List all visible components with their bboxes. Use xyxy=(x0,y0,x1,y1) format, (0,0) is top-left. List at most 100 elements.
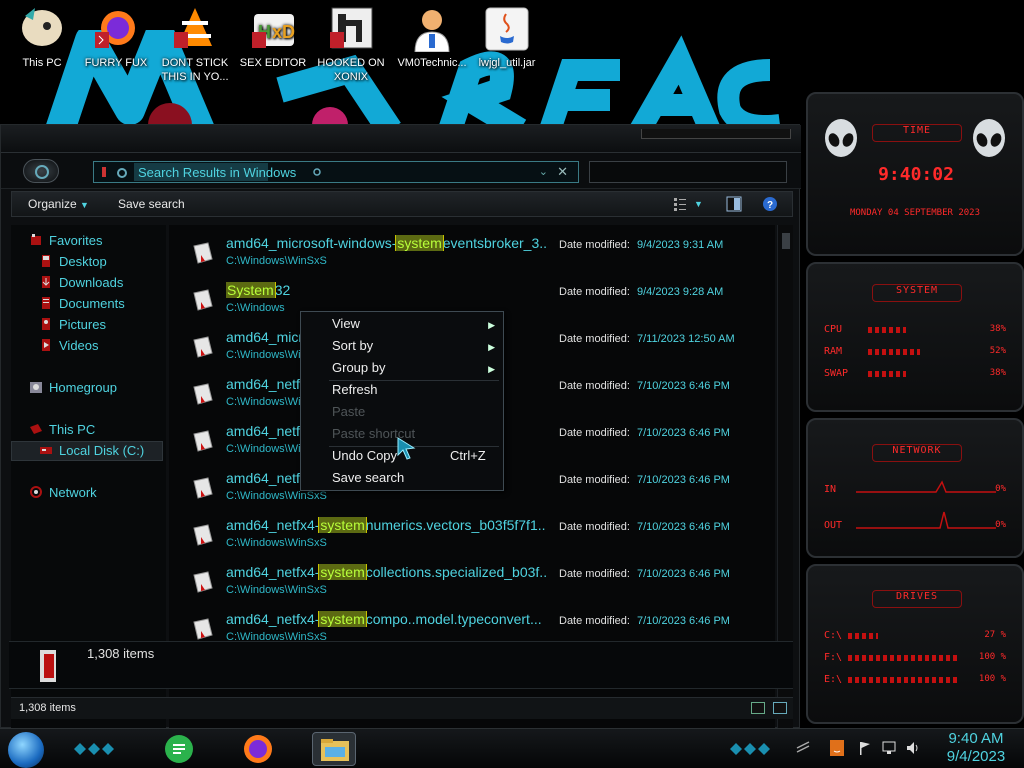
taskbar-decor-icon xyxy=(74,743,114,755)
address-breadcrumb[interactable]: Search Results in Windows xyxy=(138,165,296,180)
start-button[interactable] xyxy=(8,732,44,768)
large-icons-view-icon[interactable] xyxy=(773,702,787,714)
network-in-label: IN xyxy=(824,484,837,495)
details-item-icon xyxy=(37,648,59,684)
svg-text:?: ? xyxy=(767,200,773,211)
date-modified-label: Date modified: xyxy=(559,474,630,486)
result-name[interactable]: amd64_netfx4-systemnumerics.vectors_b03f… xyxy=(226,517,546,533)
result-path: C:\Windows\Wi xyxy=(226,443,301,455)
java-update-icon[interactable] xyxy=(830,740,844,756)
file-folder-icon xyxy=(191,288,215,312)
search-input[interactable] xyxy=(589,161,787,183)
desktop-icon-furry-fux[interactable]: FURRY FUX xyxy=(74,6,158,90)
view-options-chevron-icon[interactable]: ▼ xyxy=(694,199,710,215)
name-prefix: amd64_netfx4- xyxy=(226,564,320,580)
date-modified-value: 9/4/2023 9:31 AM xyxy=(637,239,724,251)
file-folder-icon xyxy=(191,335,215,359)
back-forward-orb[interactable] xyxy=(23,159,59,183)
mouse-cursor-icon xyxy=(396,436,416,460)
computer-icon xyxy=(29,422,43,436)
result-path: C:\Windows\WinSxS xyxy=(226,255,327,267)
documents-folder-icon xyxy=(39,296,53,310)
nav-item-pictures[interactable]: Pictures xyxy=(39,317,106,337)
result-row[interactable]: amd64_microsoft-windows-systemeventsbrok… xyxy=(169,229,775,275)
desktop-icon-sex-editor[interactable]: HxD SEX EDITOR xyxy=(231,6,315,90)
desktop-icon-lwjgl-util[interactable]: lwjgl_util.jar xyxy=(465,6,549,90)
network-icon xyxy=(29,485,43,499)
result-name[interactable]: System32 xyxy=(226,282,546,298)
nav-item-downloads[interactable]: Downloads xyxy=(39,275,123,295)
context-menu-item-group-by[interactable]: Group by xyxy=(332,360,385,375)
nav-item-favorites[interactable]: Favorites xyxy=(29,233,102,253)
context-menu-item-refresh[interactable]: Refresh xyxy=(332,382,378,397)
desktop-icon-hooked-on-xonix[interactable]: HOOKED ON XONIX xyxy=(309,6,393,90)
action-center-flag-icon[interactable] xyxy=(858,740,872,756)
desktop-icon-dont-stick[interactable]: DONT STICK THIS IN YO... xyxy=(153,6,237,90)
desktop-icon-label: This PC xyxy=(22,57,62,69)
result-path: C:\Windows\WinSxS xyxy=(226,537,327,549)
address-dropdown-button[interactable]: ⌄ xyxy=(539,165,548,178)
result-row[interactable]: amd64_netfx4-systemnumerics.vectors_b03f… xyxy=(169,511,775,557)
scrollbar-thumb[interactable] xyxy=(782,233,790,249)
details-item-count: 1,308 items xyxy=(87,646,155,661)
save-search-button[interactable]: Save search xyxy=(118,197,185,211)
clock-date: 9/4/2023 xyxy=(946,748,1006,765)
drive-c-label: C:\ xyxy=(824,630,843,641)
homegroup-icon xyxy=(29,380,43,394)
context-menu-item-sort-by[interactable]: Sort by xyxy=(332,338,373,353)
preview-pane-icon[interactable] xyxy=(726,196,742,212)
result-row[interactable]: amd64_netfx4-systemcollections.specializ… xyxy=(169,558,775,604)
nav-item-homegroup[interactable]: Homegroup xyxy=(29,380,117,400)
desktop-icon-this-pc[interactable]: This PC xyxy=(0,6,84,90)
nav-item-documents[interactable]: Documents xyxy=(39,296,125,316)
name-prefix: amd64_netfx4- xyxy=(226,611,320,627)
desktop-icon-vm0technic[interactable]: VM0Technic... xyxy=(390,6,474,90)
time-gadget: TIME 9:40:02 MONDAY 04 SEPTEMBER 2023 xyxy=(806,92,1024,256)
organize-button[interactable]: Organize ▼ xyxy=(28,197,89,211)
taskbar-clock[interactable]: 9:40 AM 9/4/2023 xyxy=(936,730,1016,766)
wifi-ethernet-icon[interactable] xyxy=(796,740,810,756)
network-status-icon[interactable] xyxy=(882,740,896,756)
nav-item-desktop[interactable]: Desktop xyxy=(39,254,107,274)
context-menu-item-undo-copy[interactable]: Undo Copy xyxy=(332,448,397,463)
search-hit-highlight: system xyxy=(395,235,444,251)
date-modified-label: Date modified: xyxy=(559,568,630,580)
result-name[interactable]: amd64_microsoft-windows-systemeventsbrok… xyxy=(226,235,546,251)
date-modified-label: Date modified: xyxy=(559,427,630,439)
change-view-icon[interactable] xyxy=(672,196,688,212)
context-menu-item-save-search[interactable]: Save search xyxy=(332,470,404,485)
nav-item-network[interactable]: Network xyxy=(29,485,97,505)
downloads-folder-icon xyxy=(39,275,53,289)
taskbar-app-file-explorer[interactable] xyxy=(312,732,356,766)
firefox-icon xyxy=(244,735,272,763)
context-menu-item-view[interactable]: View xyxy=(332,316,360,331)
help-icon[interactable]: ? xyxy=(762,196,778,212)
result-name[interactable]: amd64_netfx4-systemcollections.specializ… xyxy=(226,564,546,580)
nav-item-this-pc[interactable]: This PC xyxy=(29,422,95,442)
address-bar[interactable]: Search Results in Windows ⌄ ✕ xyxy=(93,161,579,183)
date-modified-value: 7/10/2023 6:46 PM xyxy=(637,615,730,627)
details-view-icon[interactable] xyxy=(751,702,765,714)
xonix-shortcut-icon xyxy=(328,6,374,52)
date-modified-label: Date modified: xyxy=(559,333,630,345)
drive-f-usage-bar xyxy=(848,655,958,661)
volume-icon[interactable] xyxy=(906,740,920,756)
nav-item-local-disk[interactable]: Local Disk (C:) xyxy=(39,443,144,463)
search-hit-highlight: system xyxy=(318,564,367,580)
taskbar-app-feedly[interactable] xyxy=(158,732,202,766)
gadget-sidebar: TIME 9:40:02 MONDAY 04 SEPTEMBER 2023 SY… xyxy=(806,92,1024,728)
name-suffix: compo..model.typeconvert... xyxy=(365,611,542,627)
this-pc-icon xyxy=(19,6,65,52)
system-gadget: SYSTEM CPU 38% RAM 52% SWAP 38% xyxy=(806,262,1024,412)
file-folder-icon xyxy=(191,241,215,265)
file-explorer-icon xyxy=(321,739,349,761)
swap-value: 38% xyxy=(989,368,1006,378)
desktop-icon-label: VM0Technic... xyxy=(397,57,467,69)
clear-search-button[interactable]: ✕ xyxy=(557,164,568,180)
result-path: C:\Windows xyxy=(226,302,285,314)
nav-item-videos[interactable]: Videos xyxy=(39,338,99,358)
taskbar-app-firefox[interactable] xyxy=(236,732,280,766)
result-name[interactable]: amd64_netfx4-systemcompo..model.typeconv… xyxy=(226,611,546,627)
file-folder-icon xyxy=(191,570,215,594)
vlc-shortcut-icon xyxy=(172,6,218,52)
